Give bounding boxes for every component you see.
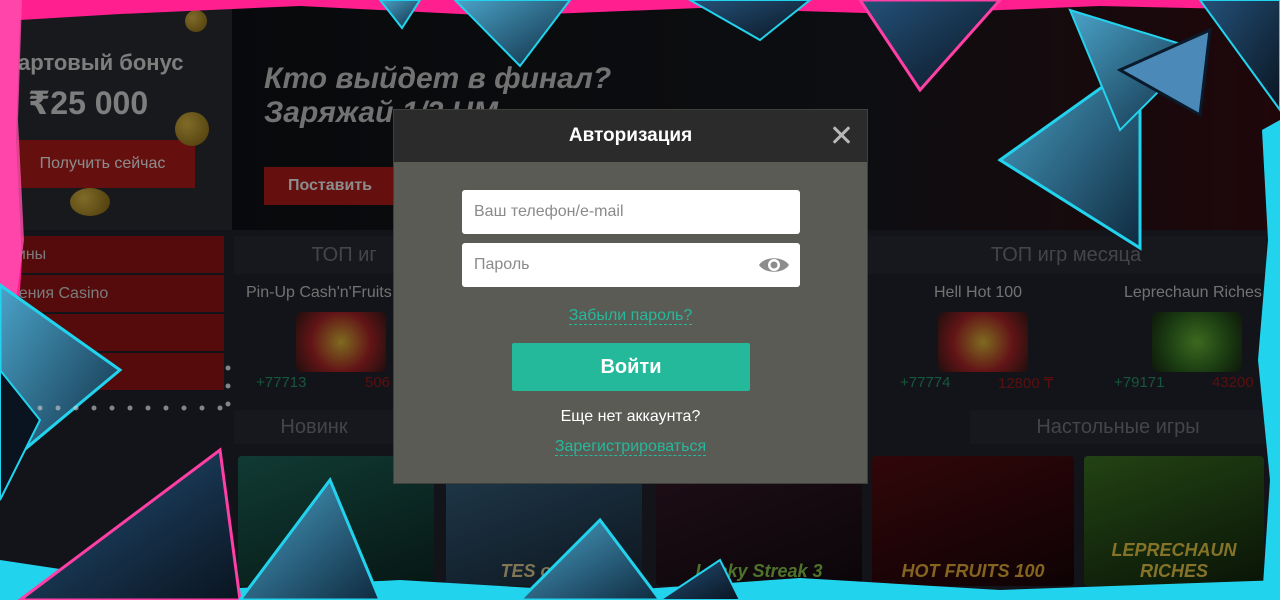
modal-header: Авторизация	[394, 110, 867, 162]
screen: артовый бонус ₹25 000 Получить сейчас Кт…	[0, 0, 1280, 600]
phone-email-field[interactable]	[462, 190, 800, 234]
modal-title: Авторизация	[568, 125, 693, 146]
login-button[interactable]: Войти	[512, 343, 750, 391]
close-icon[interactable]	[829, 123, 853, 147]
login-modal: Авторизация Забыли пароль? Войти Еще нет…	[394, 110, 867, 483]
password-field[interactable]	[462, 243, 800, 287]
forgot-password: Забыли пароль?	[394, 307, 867, 325]
password-input[interactable]	[462, 243, 800, 287]
register: Зарегистрироваться	[394, 438, 867, 456]
phone-email-input[interactable]	[462, 190, 800, 234]
eye-icon[interactable]	[758, 254, 790, 276]
no-account-text: Еще нет аккаунта?	[560, 408, 701, 425]
forgot-password-link[interactable]: Забыли пароль?	[568, 307, 693, 325]
register-link[interactable]: Зарегистрироваться	[554, 438, 707, 456]
